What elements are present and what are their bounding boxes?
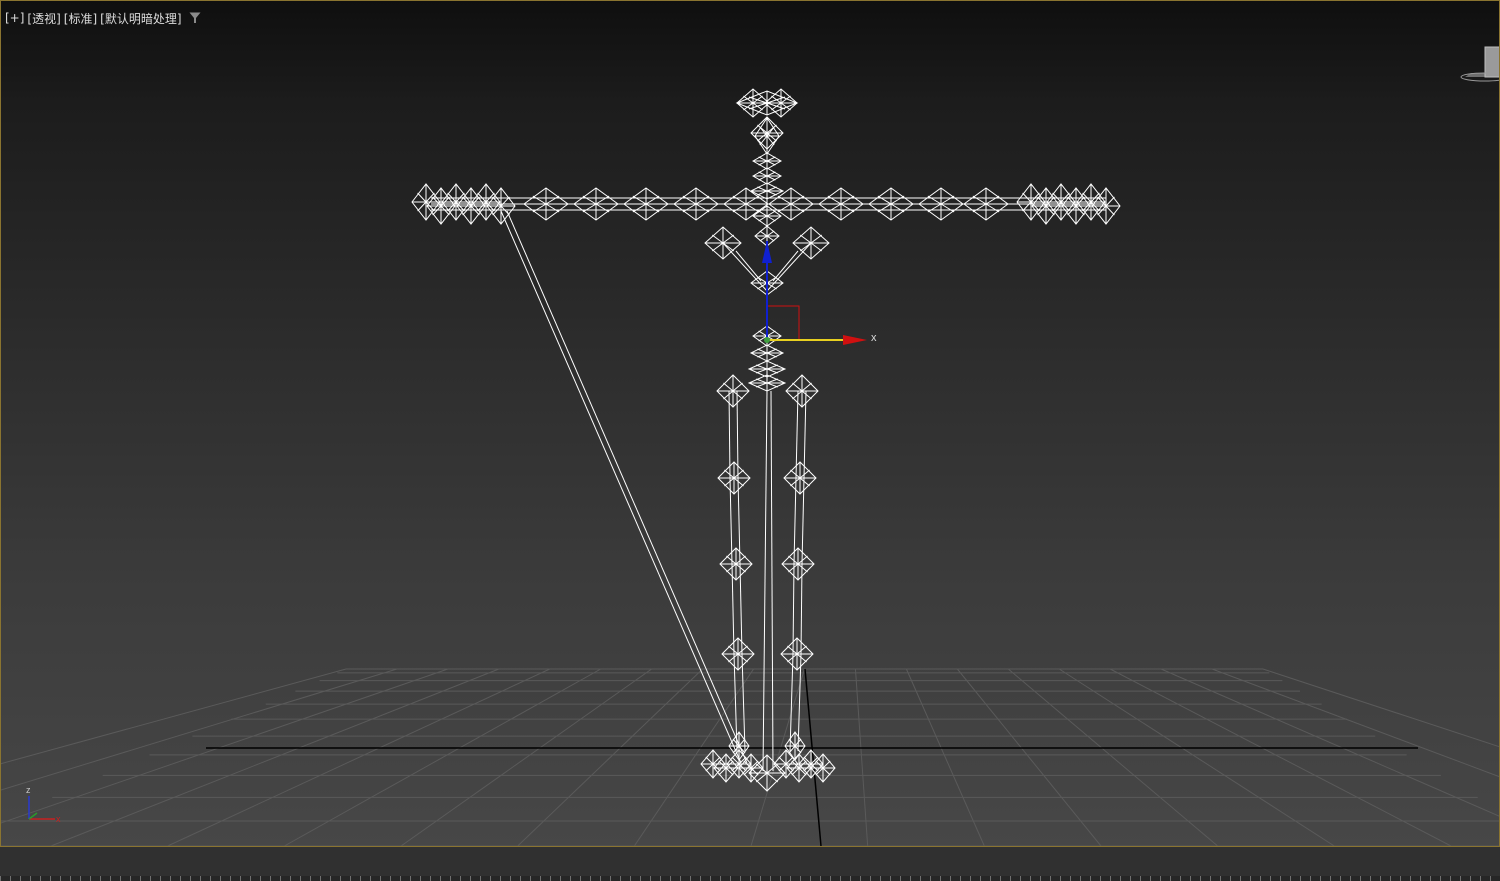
tripod-z-label: z (26, 785, 31, 795)
bone-joint-icon (717, 461, 751, 495)
grid-line (1262, 668, 1499, 748)
bone-segment (770, 390, 774, 772)
view-cube-icon[interactable] (1459, 43, 1500, 83)
bone-joint-icon (748, 754, 786, 792)
grid-line (167, 668, 550, 846)
bone-joint-icon (573, 187, 619, 221)
bone-joint-icon (780, 637, 814, 671)
bone-joint-icon (1076, 183, 1106, 221)
bone-segment (772, 250, 799, 282)
bone-joint-icon (456, 187, 486, 225)
bone-joint-icon (781, 547, 815, 581)
grid-line (956, 668, 1102, 846)
bone-joint-icon (623, 187, 669, 221)
grid-line (517, 668, 703, 846)
bone-segment (762, 390, 768, 772)
perspective-viewport[interactable]: [+] [透视] [标准] [默认明暗处理] x z x (0, 0, 1500, 847)
bone-segment (735, 250, 762, 282)
tripod-x-label: x (56, 814, 61, 824)
grid-line (400, 668, 652, 846)
grid-line (854, 668, 869, 846)
bone-joint-icon (868, 187, 914, 221)
grid-line (905, 668, 985, 846)
bone-joint-icon (1031, 187, 1061, 225)
bone-joint-icon (716, 374, 750, 408)
gizmo-z-arrow-icon (762, 241, 772, 263)
scene-canvas[interactable]: x z x (1, 1, 1499, 846)
bone-joint-icon (918, 187, 964, 221)
bottom-strip (0, 847, 1500, 881)
bone-joint-icon (426, 187, 456, 225)
bone-joint-icon (785, 374, 819, 408)
bone-joint-icon (1046, 183, 1076, 221)
bone-joint-icon (818, 187, 864, 221)
grid-line (50, 668, 500, 846)
gizmo-plane-handle[interactable] (766, 305, 800, 341)
bone-segment (766, 242, 812, 292)
grid-line (284, 668, 601, 846)
bone-joint-icon (721, 637, 755, 671)
bone-joint-icon (411, 183, 441, 221)
ground-grid (1, 668, 1499, 846)
bone-joint-icon (1016, 183, 1046, 221)
bone-joint-icon (1091, 187, 1121, 225)
bone-joint-icon (754, 117, 780, 155)
bone-joint-icon (738, 753, 764, 783)
bone-joint-icon (963, 187, 1009, 221)
bone-joint-icon (673, 187, 719, 221)
bone-joint-icon (719, 547, 753, 581)
bone-joint-icon (751, 152, 783, 170)
tripod-y-axis (28, 812, 38, 820)
bone-segment (722, 242, 768, 292)
grid-line (1211, 668, 1499, 778)
bone-joint-icon (783, 461, 817, 495)
biped-skeleton-wireframe[interactable] (411, 88, 1121, 792)
grid-line (1109, 668, 1452, 846)
gizmo-x-arrow-icon[interactable] (843, 335, 867, 345)
bone-joint-icon (751, 167, 783, 185)
bone-joint-icon (523, 187, 569, 221)
bone-joint-icon (768, 187, 814, 221)
transform-gizmo[interactable]: x (762, 241, 877, 345)
bone-joint-icon (471, 183, 501, 221)
grid-line (1058, 668, 1335, 846)
bone-joint-icon (1061, 187, 1091, 225)
grid-y-axis-line (804, 668, 822, 846)
timeline-ruler[interactable] (0, 876, 1500, 881)
bone-joint-icon (441, 183, 471, 221)
grid-line (1007, 668, 1218, 846)
gizmo-x-label: x (871, 332, 877, 344)
gizmo-center[interactable] (764, 337, 770, 343)
